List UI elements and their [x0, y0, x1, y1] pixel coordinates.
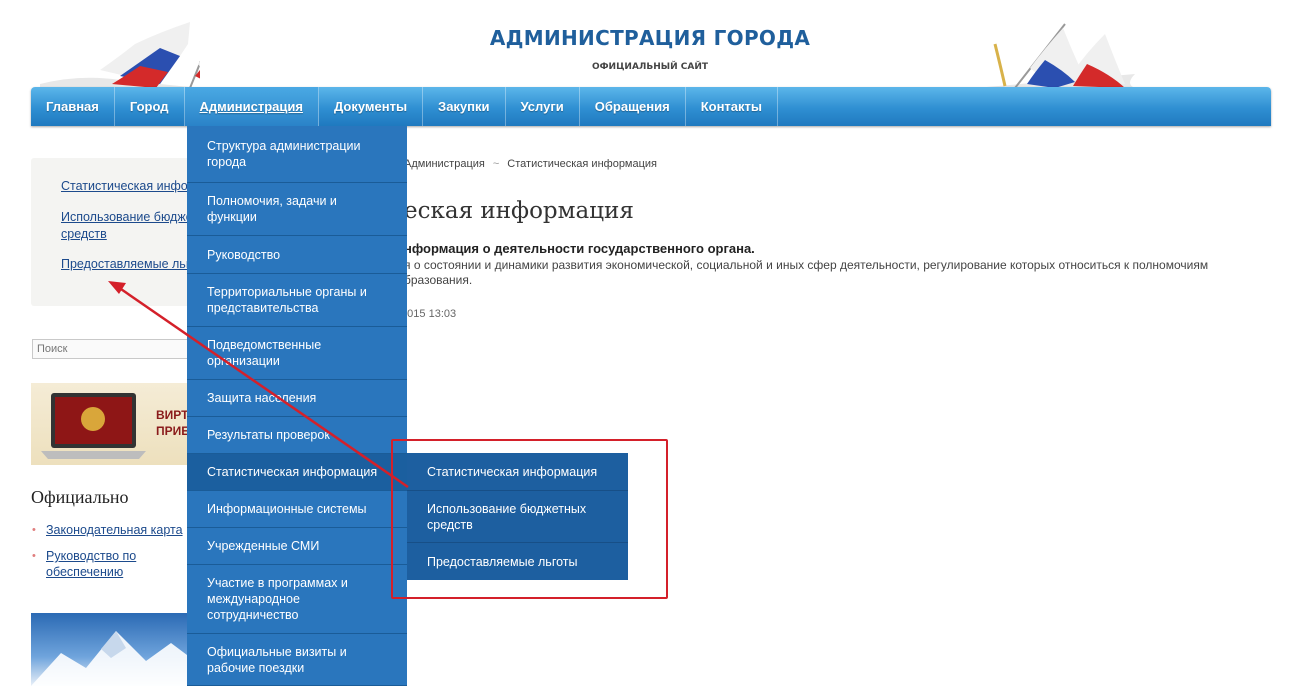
page-title: еская информация — [404, 198, 634, 224]
official-link-accessibility-guide[interactable]: Руководство по обеспечению доступности в… — [46, 548, 191, 580]
bullet-icon: • — [32, 550, 36, 562]
nav-item-home[interactable]: Главная — [31, 87, 115, 126]
official-link-legislative-map[interactable]: Законодательная карта — [46, 522, 191, 538]
sidebar-link-benefits[interactable]: Предоставляемые льготы — [61, 257, 201, 271]
dropdown-item-subordinate-orgs[interactable]: Подведомственные организации — [187, 327, 407, 380]
content-subheading: нформация о деятельности государственног… — [404, 241, 755, 256]
sidebar-link-statistics[interactable]: Статистическая информация — [61, 179, 201, 193]
nav-item-services[interactable]: Услуги — [506, 87, 580, 126]
dropdown-item-media[interactable]: Учрежденные СМИ — [187, 528, 407, 565]
dropdown-item-international[interactable]: Участие в программах и международное сот… — [187, 565, 407, 634]
highlight-box — [391, 439, 668, 599]
sidebar-link-budget-cont[interactable]: средств — [61, 227, 201, 241]
dropdown-item-leadership[interactable]: Руководство — [187, 236, 407, 274]
dropdown-item-civil-protection[interactable]: Защита населения — [187, 380, 407, 417]
laptop-coat-of-arms-icon — [41, 393, 146, 459]
breadcrumb-parent[interactable]: Администрация — [404, 158, 485, 170]
official-section-title: Официально — [31, 487, 129, 507]
nav-item-administration[interactable]: Администрация — [184, 87, 319, 126]
nav-item-documents[interactable]: Документы — [319, 87, 424, 126]
nav-item-procurement[interactable]: Закупки — [423, 87, 506, 126]
nav-item-city[interactable]: Город — [115, 87, 185, 126]
nav-item-contacts[interactable]: Контакты — [686, 87, 779, 126]
site-title: АДМИНИСТРАЦИЯ ГОРОДА — [489, 26, 811, 50]
mountain-banner-image — [31, 613, 191, 686]
dropdown-item-territorial-bodies[interactable]: Территориальные органы и представительст… — [187, 274, 407, 327]
main-nav: Главная Город Администрация Документы За… — [31, 87, 1271, 126]
nav-item-appeals[interactable]: Обращения — [580, 87, 686, 126]
dropdown-item-official-visits[interactable]: Официальные визиты и рабочие поездки — [187, 634, 407, 686]
site-subtitle: ОФИЦИАЛЬНЫЙ САЙТ — [591, 62, 709, 72]
dropdown-item-info-systems[interactable]: Информационные системы — [187, 491, 407, 528]
administration-dropdown: Структура администрации города Полномочи… — [187, 126, 407, 686]
breadcrumb-separator: ~ — [492, 158, 500, 170]
content-description: я о состоянии и динамики развития эконом… — [404, 258, 1209, 287]
banner-text: ВИРТ ПРИЕ — [156, 408, 190, 438]
dropdown-item-inspection-results[interactable]: Результаты проверок — [187, 417, 407, 454]
breadcrumb-current: Статистическая информация — [507, 158, 658, 170]
dropdown-item-statistics[interactable]: Статистическая информация — [187, 454, 407, 491]
dropdown-item-powers[interactable]: Полномочия, задачи и функции — [187, 183, 407, 236]
bullet-icon: • — [32, 524, 36, 536]
dropdown-item-structure[interactable]: Структура администрации города — [187, 126, 407, 183]
sidebar-link-budget[interactable]: Использование бюджетных — [61, 210, 201, 224]
search-input[interactable] — [32, 339, 192, 359]
breadcrumb: Администрация ~ Статистическая информация — [404, 158, 657, 170]
virtual-reception-banner[interactable]: ВИРТ ПРИЕ — [31, 383, 191, 465]
